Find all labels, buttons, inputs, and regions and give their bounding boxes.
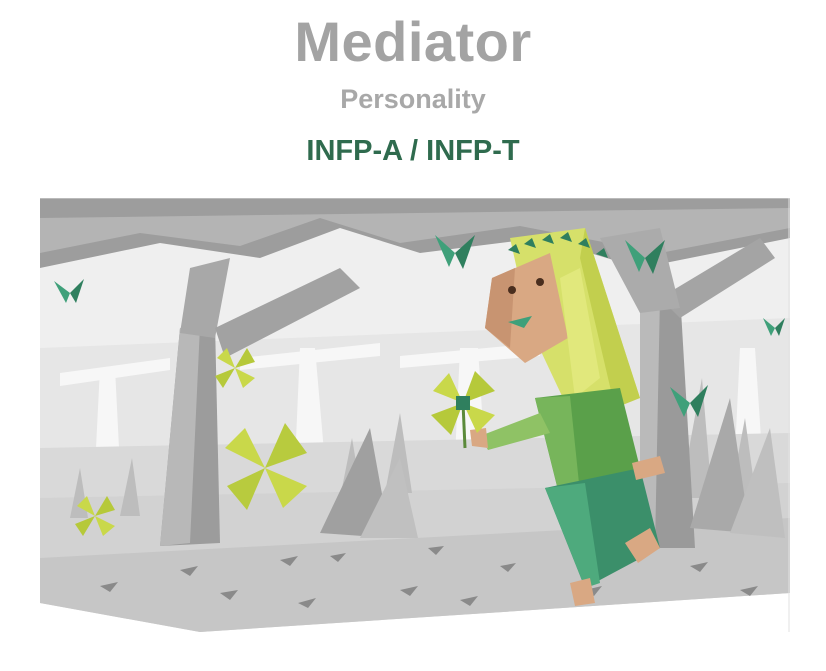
page-subtitle: Personality xyxy=(340,84,486,114)
mediator-illustration xyxy=(40,198,790,632)
forest-scene-image xyxy=(40,198,790,632)
page: Mediator Personality INFP-A / INFP-T xyxy=(0,0,826,671)
page-title: Mediator xyxy=(294,10,532,73)
personality-type-code: INFP-A / INFP-T xyxy=(306,135,520,167)
